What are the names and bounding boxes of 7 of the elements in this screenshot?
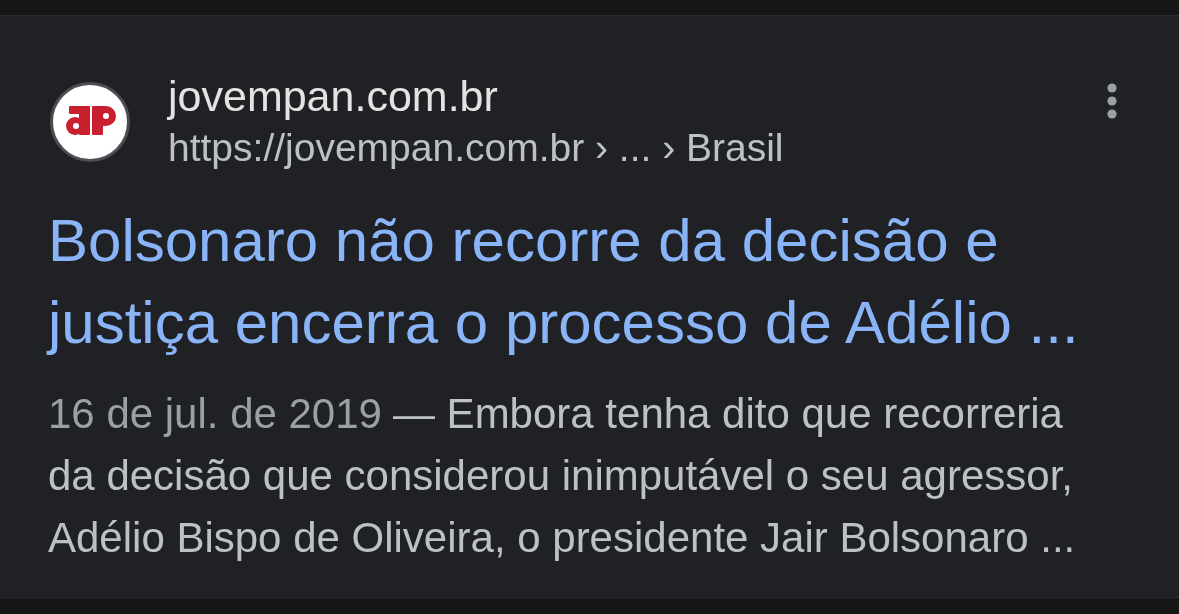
result-snippet: 16 de jul. de 2019 — Embora tenha dito que recorreria da decisão que considerou inimputável o seu agressor, Adélio Bispo de Oliveira, o presidente Jair Bolsonaro ...	[48, 389, 1076, 563]
url-breadcrumb: https://jovempan.com.br › ... › Brasil	[168, 125, 784, 171]
more-options-icon	[1107, 83, 1117, 119]
site-logo-icon	[50, 82, 130, 162]
result-title-link[interactable]: Bolsonaro não recorre da decisão e justiça encerra o processo de Adélio ...	[48, 200, 1079, 364]
site-name: jovempan.com.br	[168, 71, 499, 122]
more-options-button[interactable]	[1106, 82, 1118, 120]
